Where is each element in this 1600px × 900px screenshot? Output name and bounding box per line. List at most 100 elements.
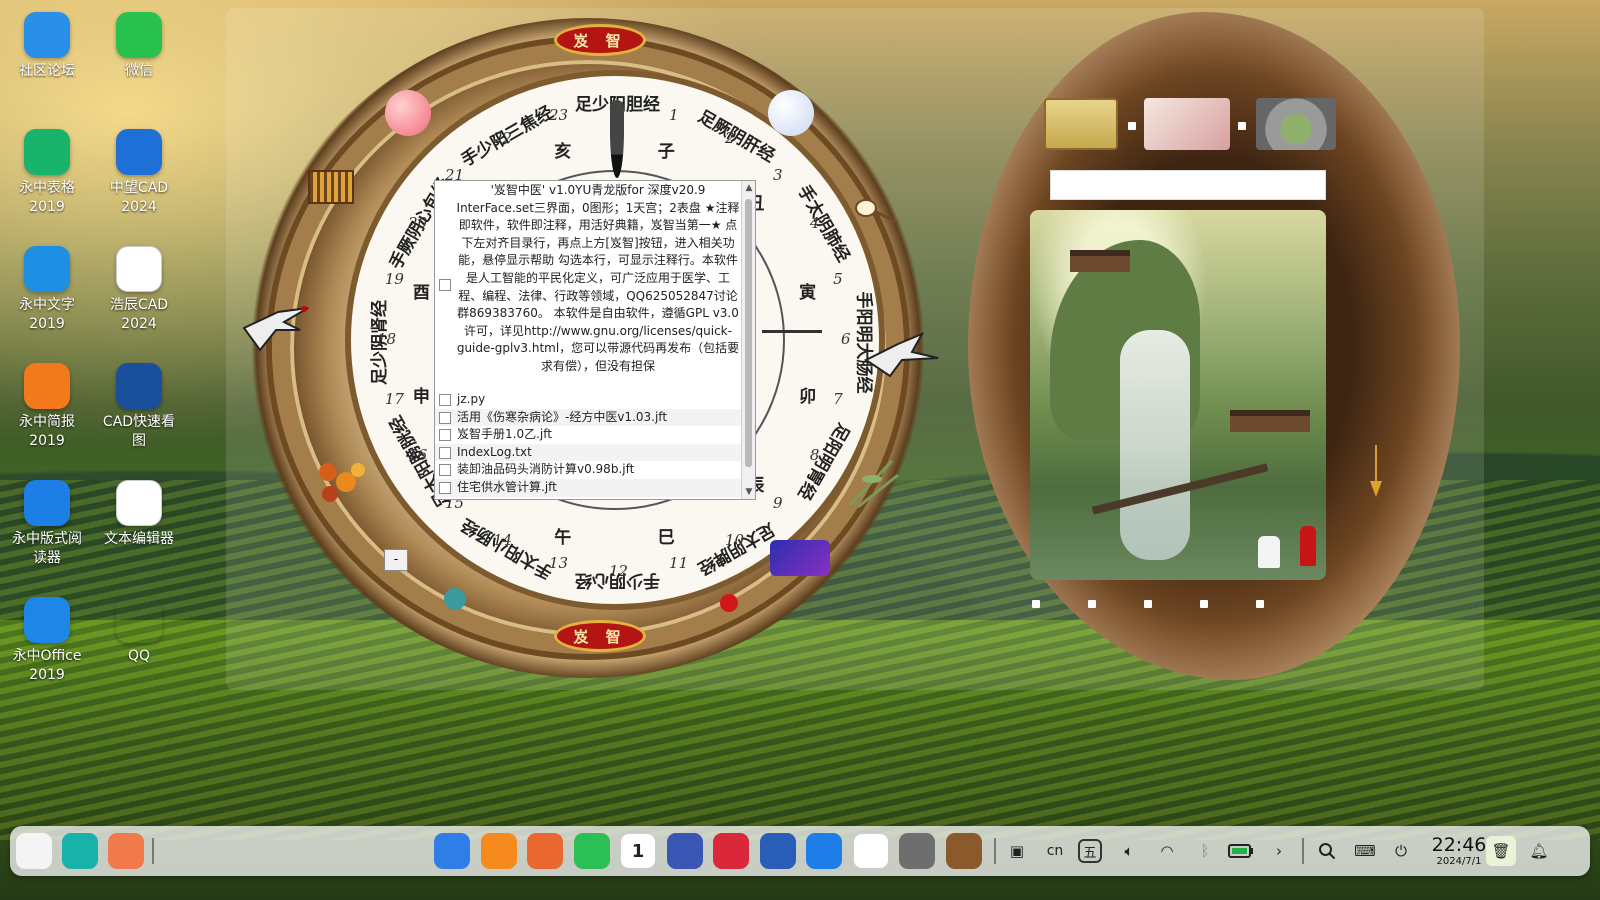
deepin-store-icon[interactable] [434, 833, 470, 869]
file-row[interactable]: 岌智手册1.0乙.jft [435, 426, 743, 444]
hour-label: 6 [841, 330, 851, 348]
fan-icon[interactable] [852, 195, 900, 225]
battery-icon[interactable] [1226, 836, 1256, 866]
scroll-painting-thumb[interactable] [1044, 98, 1118, 150]
playing-cards-thumb[interactable] [1144, 98, 1230, 150]
hour-label: 9 [773, 494, 783, 513]
scroll-down-icon[interactable]: ▼ [742, 485, 755, 499]
minus-button[interactable]: - [384, 549, 408, 571]
desktop-icon[interactable]: 永中表格 2019 [4, 129, 90, 217]
bluetooth-icon[interactable]: ᛒ [1190, 836, 1220, 866]
calendar-icon[interactable]: 1 [620, 833, 656, 869]
gimp-icon[interactable] [899, 833, 935, 869]
earthly-branch-label: 午 [554, 528, 572, 549]
launcher-icon[interactable] [16, 833, 52, 869]
screen-capture-icon[interactable]: ▣ [1002, 836, 1032, 866]
notification-bell-icon[interactable]: 🔔︎ [1524, 836, 1554, 866]
file-checkbox[interactable] [439, 482, 451, 494]
red-ornament-icon[interactable] [720, 594, 738, 612]
directory-panel[interactable]: '岌智中医' v1.0YU青龙版for 深度v20.9 InterFace.se… [434, 180, 756, 500]
bamboo-icon[interactable] [842, 455, 902, 511]
turtle-icon[interactable] [444, 588, 466, 610]
desktop-icon[interactable]: QQ [96, 597, 182, 666]
desktop-icon[interactable]: 微信 [96, 12, 182, 81]
text-editor-icon[interactable] [852, 833, 889, 869]
app-store-bag-icon[interactable] [480, 833, 517, 869]
power-icon[interactable]: ⏻ [1386, 836, 1416, 866]
desktop-icon-label: CAD快速看 图 [102, 414, 176, 449]
shell-title-bar[interactable] [1050, 170, 1326, 200]
moon-gate-thumb[interactable] [1256, 98, 1336, 150]
file-checkbox[interactable] [439, 464, 451, 477]
desktop-icon[interactable]: 永中简报 2019 [4, 363, 90, 451]
desktop-icon[interactable]: CAD快速看 图 [96, 363, 182, 451]
hour-label: 13 [548, 554, 569, 573]
desktop-icon[interactable]: 永中版式阅 读器 [4, 480, 90, 568]
page-dot-2[interactable] [1088, 600, 1096, 608]
page-dot-3[interactable] [1144, 600, 1152, 608]
panel-scrollbar[interactable]: ▲ ▼ [741, 181, 755, 499]
laptop-icon[interactable] [770, 540, 830, 576]
desktop-icon[interactable]: 文本编辑器 [96, 480, 182, 549]
file-row[interactable]: jz.py [435, 391, 743, 409]
qq-penguin-icon [116, 597, 162, 643]
gstarcad-icon [116, 246, 162, 292]
desktop-icon[interactable]: 浩辰CAD 2024 [96, 246, 182, 334]
virtualbox-icon[interactable] [759, 833, 796, 869]
abacus-icon[interactable] [308, 170, 354, 204]
scroll-thumb[interactable] [745, 199, 752, 467]
browser-icon[interactable] [806, 833, 842, 869]
image-viewer-icon[interactable] [527, 833, 563, 869]
music-icon[interactable] [573, 833, 610, 869]
page-dot-5[interactable] [1256, 600, 1264, 608]
taskbar: 1 ▣ cn 五 🔈︎ ◠ ᛒ › ⌨ ⏻ 22:46 2024/7/1 🗑︎ … [10, 826, 1590, 876]
terminal-icon[interactable] [713, 833, 749, 869]
keyboard-icon[interactable]: ⌨ [1350, 836, 1380, 866]
file-checkbox[interactable] [439, 394, 451, 406]
volume-icon[interactable]: 🔈︎ [1114, 836, 1144, 866]
jizhi-tcm-icon[interactable] [945, 833, 982, 869]
yozo-writer-icon [24, 246, 70, 292]
red-orb-icon[interactable] [385, 90, 431, 136]
crane-left-icon[interactable] [238, 300, 312, 356]
desktop-icon-label: 永中版式阅 读器 [12, 531, 82, 566]
tassel-icon[interactable] [1368, 445, 1384, 505]
multitask-view-icon[interactable] [62, 833, 98, 869]
language-indicator[interactable]: cn [1040, 836, 1070, 866]
crane-right-icon[interactable] [862, 330, 942, 380]
wifi-icon[interactable]: ◠ [1152, 836, 1182, 866]
desktop-icon[interactable]: 中望CAD 2024 [96, 129, 182, 217]
hour-label: 1 [669, 105, 679, 124]
file-row[interactable]: 装卸油品码头消防计算v0.98b.jft [435, 461, 743, 479]
hour-label: 16 [408, 446, 428, 464]
yozo-presentation-icon [24, 363, 70, 409]
file-name: jz.py [457, 392, 486, 406]
hour-label: 14 [493, 530, 513, 549]
search-icon[interactable] [1312, 836, 1342, 866]
page-dot-4[interactable] [1200, 600, 1208, 608]
zwcad-icon [116, 129, 162, 175]
trash-icon[interactable]: 🗑︎ [1486, 836, 1516, 866]
system-settings-icon[interactable] [666, 833, 703, 869]
file-checkbox[interactable] [439, 429, 451, 442]
jizhi-seal-top-button[interactable]: 岌 智 [554, 24, 646, 56]
desktop-icon[interactable]: 永中Office 2019 [4, 597, 90, 685]
file-checkbox[interactable] [439, 411, 451, 424]
file-row[interactable]: 活用《伤寒杂病论》-经方中医v1.03.jft [435, 408, 743, 427]
desktop-icon[interactable]: 永中文字 2019 [4, 246, 90, 334]
file-row[interactable]: 住宅供水管计算.jft [435, 479, 743, 497]
white-orb-icon[interactable] [768, 90, 814, 136]
scroll-up-icon[interactable]: ▲ [742, 181, 755, 195]
workspace-icon[interactable] [108, 833, 144, 869]
desktop-icon[interactable]: 社区论坛 [4, 12, 90, 81]
input-method-indicator[interactable]: 五 [1078, 839, 1102, 863]
tray-expand-icon[interactable]: › [1264, 836, 1294, 866]
file-row[interactable]: IndexLog.txt [435, 443, 743, 462]
landscape-painting[interactable] [1030, 210, 1326, 580]
clock[interactable]: 22:46 2024/7/1 [1424, 834, 1494, 868]
autumn-leaves-icon[interactable] [310, 452, 374, 508]
annotation-checkbox[interactable] [439, 279, 451, 291]
file-checkbox[interactable] [439, 446, 451, 459]
page-dot-1[interactable] [1032, 600, 1040, 608]
jizhi-seal-bottom-button[interactable]: 岌 智 [554, 620, 646, 652]
